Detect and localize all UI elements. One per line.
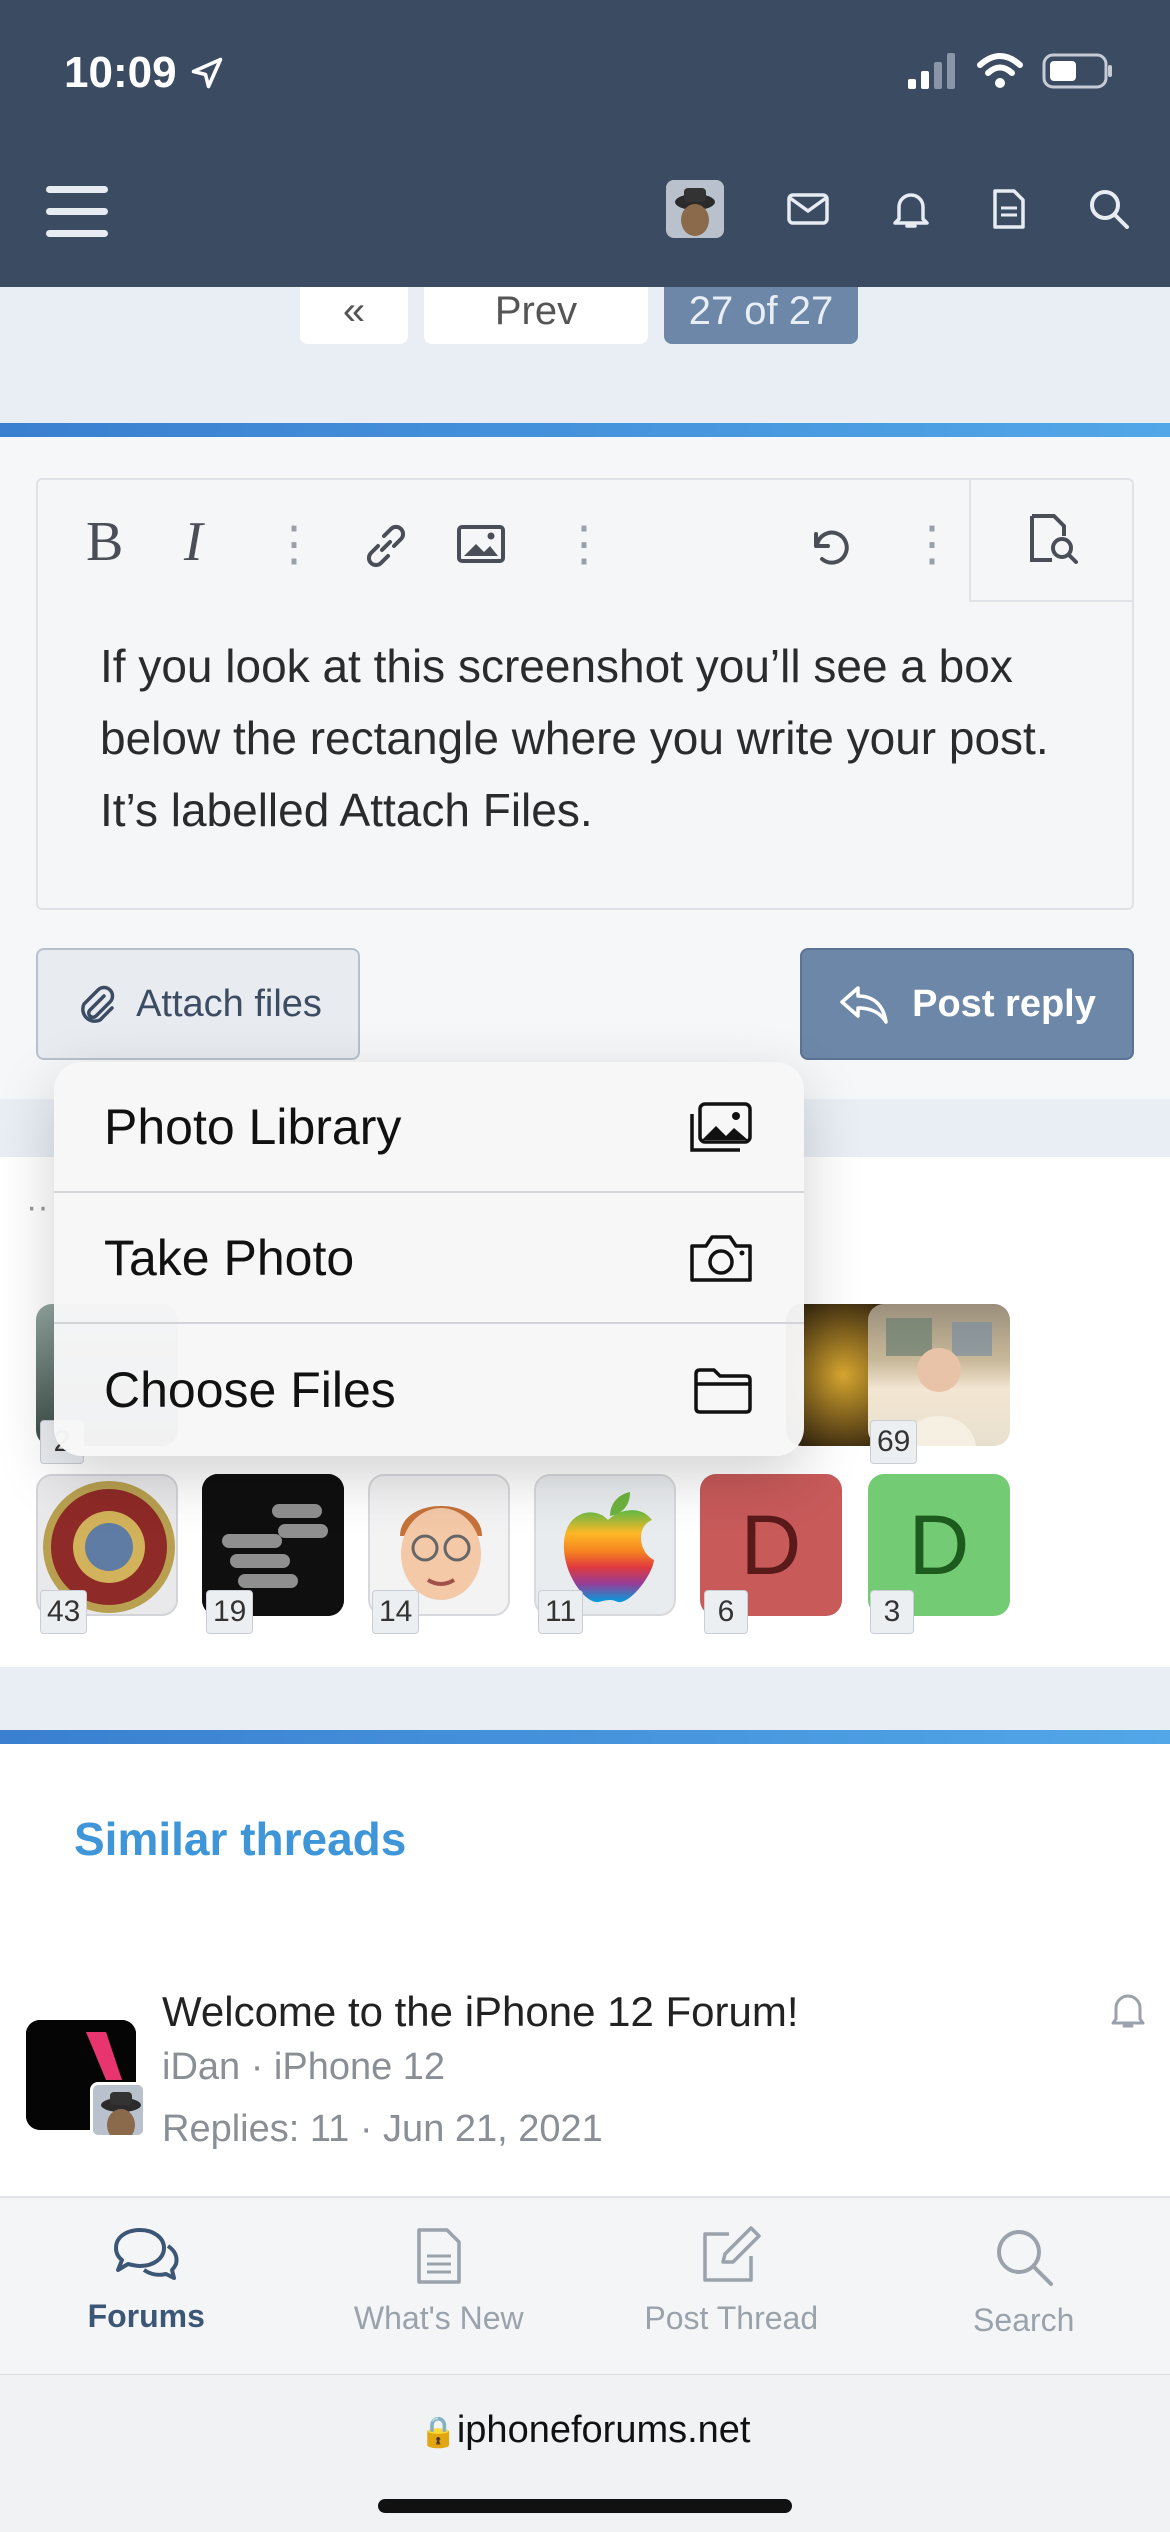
post-reply-button[interactable]: Post reply [800,948,1134,1060]
camera-icon [690,1234,752,1282]
reaction-count: 14 [372,1590,420,1634]
thread-author-line: iDan · iPhone 12 [162,2046,446,2088]
url-display[interactable]: 🔒iphoneforums.net [0,2409,1170,2452]
status-bar-indicators [906,52,1114,90]
undo-icon[interactable] [804,520,856,572]
attach-source-menu: Photo Library Take Photo Choose Files [54,1062,804,1456]
menu-item-photo-library[interactable]: Photo Library [54,1062,804,1193]
watch-bell-icon[interactable] [1110,1990,1146,2030]
folder-icon [694,1367,752,1414]
photo-library-icon [690,1101,752,1152]
tab-label: Search [973,2302,1075,2338]
preview-toggle[interactable] [969,478,1134,602]
menu-item-choose-files[interactable]: Choose Files [54,1324,804,1455]
reaction-count: 43 [40,1590,88,1634]
thread-pager: « Prev 27 of 27 [300,270,858,344]
tab-search[interactable]: Search [878,2198,1170,2374]
clock-text: 10:09 [64,48,177,97]
inbox-icon[interactable] [786,192,830,226]
more-insert-options-button[interactable]: ⋮ [560,516,608,572]
preview-icon [1029,514,1078,564]
bold-button[interactable]: B [86,510,123,574]
reaction-count: 3 [870,1590,914,1634]
reaction-count: 11 [538,1590,584,1634]
location-arrow-icon [191,57,222,89]
battery-icon [1042,53,1112,89]
image-icon[interactable] [456,524,506,566]
search-icon [996,2230,1053,2286]
tab-label: What's New [353,2300,524,2336]
thread-stats-line: Replies: 11 · Jun 21, 2021 [162,2108,603,2150]
italic-button[interactable]: I [184,510,203,574]
reply-editor[interactable]: B I ⋮ ⋮ ⋮ If you look at this screenshot… [36,478,1134,910]
more-options-button[interactable]: ⋮ [908,516,956,572]
url-text: iphoneforums.net [456,2409,751,2451]
reactions-ellipsis: ·· [26,1188,49,1226]
menu-item-take-photo[interactable]: Take Photo [54,1193,804,1324]
tab-label: Forums [87,2298,205,2334]
search-icon[interactable] [1088,188,1130,230]
attach-files-button[interactable]: Attach files [36,948,360,1060]
thread-title[interactable]: Welcome to the iPhone 12 Forum! [162,1988,799,2036]
post-reply-label: Post reply [912,982,1096,1025]
status-bar-time: 10:09 [64,48,225,98]
wifi-icon [977,53,1023,88]
bottom-tab-bar: Forums What's New Post Thread Search [0,2196,1170,2374]
tab-forums[interactable]: Forums [0,2198,293,2374]
pager-prev-button[interactable]: Prev [424,270,648,344]
section-divider [0,1730,1170,1744]
reaction-count: 19 [206,1590,254,1634]
user-avatar[interactable] [666,180,724,238]
reaction-count: 6 [704,1590,748,1634]
document-icon [417,2228,461,2284]
paperclip-icon [81,985,115,1023]
more-text-options-button[interactable]: ⋮ [270,516,318,572]
lock-icon: 🔒 [419,2416,457,2449]
tab-whats-new[interactable]: What's New [293,2198,586,2374]
menu-item-label: Take Photo [104,1229,355,1286]
menu-button[interactable] [46,186,108,238]
forums-chat-icon [114,2228,179,2280]
link-icon[interactable] [360,520,412,572]
reply-arrow-icon [840,986,888,1024]
pager-current-page[interactable]: 27 of 27 [664,270,858,344]
tab-post-thread[interactable]: Post Thread [585,2198,878,2374]
compose-icon [703,2226,761,2282]
thread-author-avatar[interactable] [90,2082,146,2138]
alerts-bell-icon[interactable] [892,188,930,230]
similar-threads-heading: Similar threads [74,1813,407,1865]
top-navigation-bar [0,0,1170,287]
reply-text-content[interactable]: If you look at this screenshot you’ll se… [100,630,1090,846]
section-divider [0,423,1170,437]
whats-new-icon[interactable] [992,188,1026,230]
tab-label: Post Thread [644,2300,819,2336]
menu-item-label: Choose Files [104,1361,396,1418]
signal-icon [908,53,955,89]
pager-first-button[interactable]: « [300,270,408,344]
header-actions [666,180,1130,238]
reaction-count: 69 [870,1420,918,1464]
home-indicator[interactable] [378,2499,792,2513]
menu-item-label: Photo Library [104,1098,402,1155]
browser-url-bar[interactable]: 🔒iphoneforums.net [0,2374,1170,2532]
attach-files-label: Attach files [136,982,322,1025]
